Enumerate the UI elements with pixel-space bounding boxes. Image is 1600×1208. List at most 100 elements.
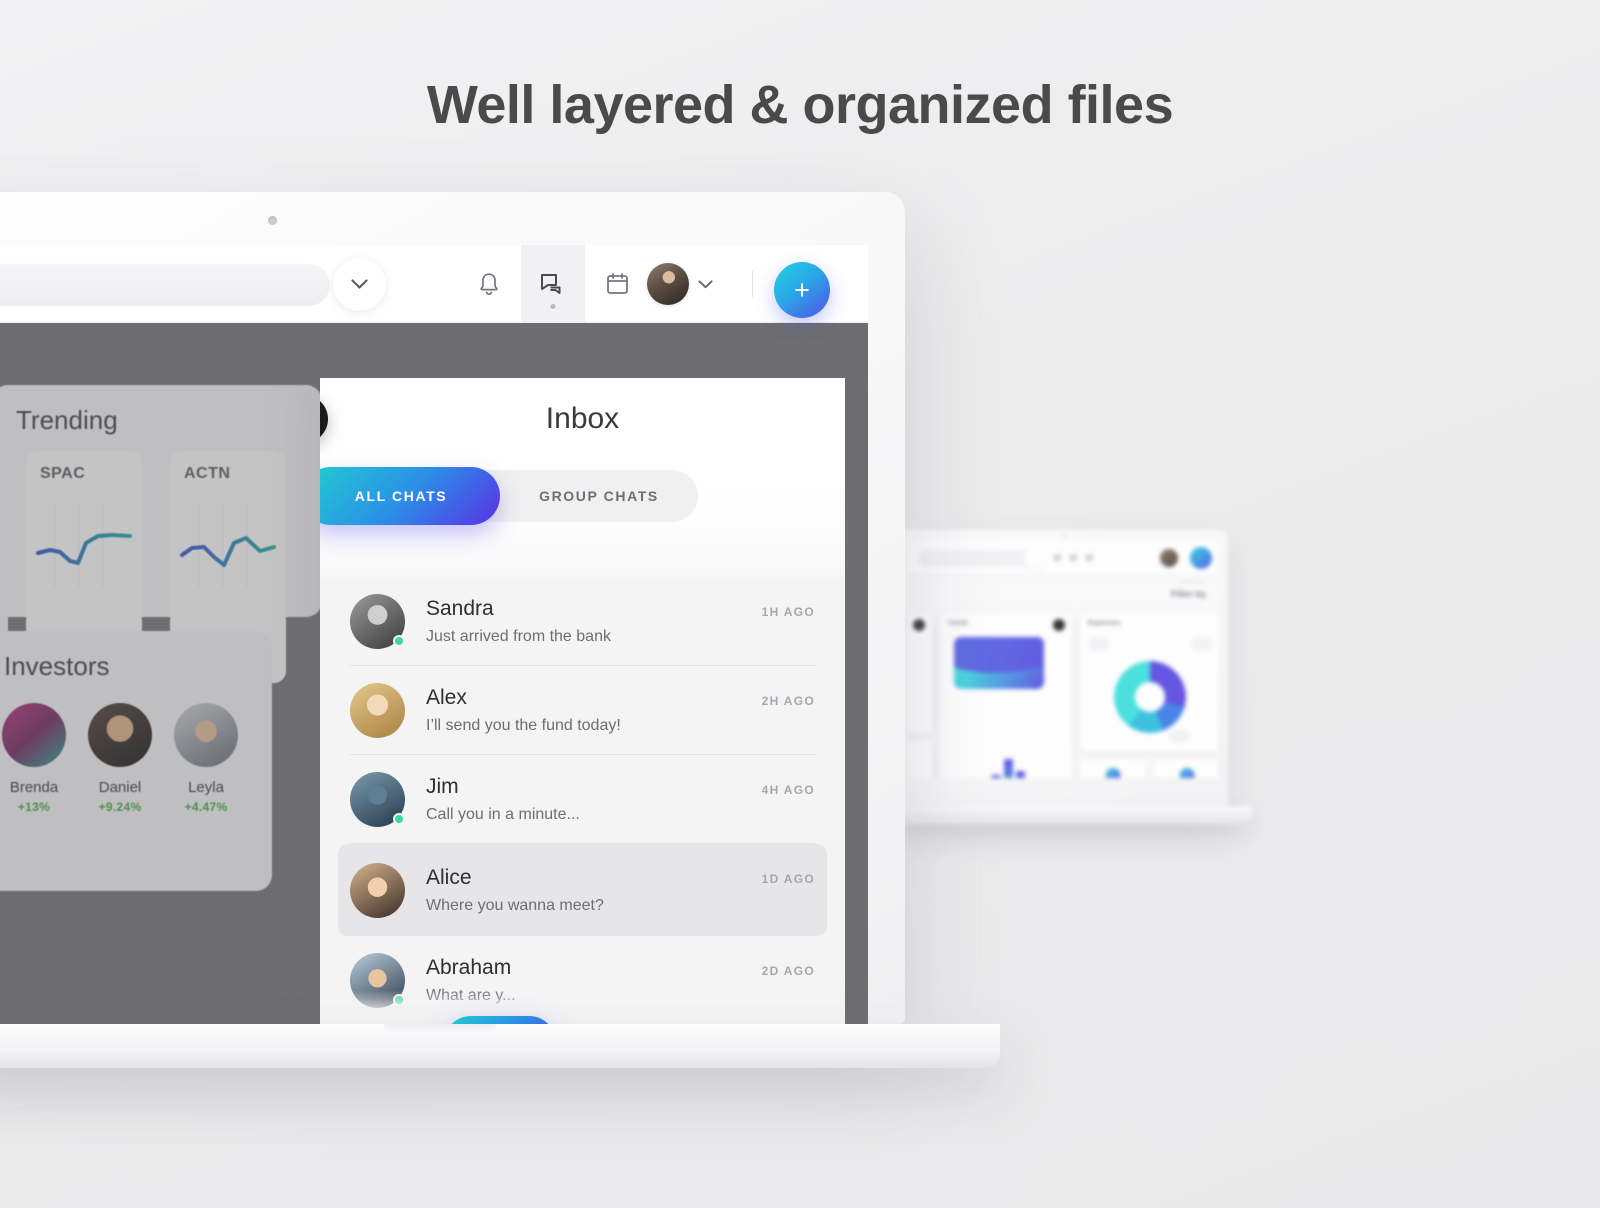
- background-avatar[interactable]: [1160, 549, 1178, 567]
- chat-preview: Where you wanna meet?: [426, 896, 604, 914]
- background-filter-label[interactable]: Filter by: [1171, 589, 1206, 599]
- investors-card: Investors Brenda +13% Daniel +9.24% Leyl…: [0, 631, 272, 891]
- trending-symbol: SPAC: [40, 465, 86, 482]
- background-orb-icon: [1105, 768, 1121, 778]
- background-panel-dot-icon: [1053, 619, 1065, 631]
- background-stat-pill-3: [1169, 729, 1190, 743]
- chat-timestamp: 2H AGO: [761, 694, 815, 708]
- list-item[interactable]: Abraham What are y... 2D AGO: [350, 936, 815, 1024]
- calendar-icon[interactable]: [585, 245, 649, 323]
- chat-icon[interactable]: [521, 245, 585, 323]
- investor-avatar: [2, 703, 66, 767]
- laptop-base: [0, 1024, 1000, 1068]
- online-status-dot: [393, 993, 405, 1006]
- list-item[interactable]: Alex I’ll send you the fund today! 2H AG…: [350, 666, 815, 755]
- background-bell-icon[interactable]: [1054, 554, 1061, 561]
- background-laptop-bezel: TODAY, 12.00 Filter by Cards Expenses: [874, 530, 1252, 824]
- inbox-title: Inbox: [545, 402, 620, 435]
- bell-icon[interactable]: [457, 245, 521, 323]
- background-orb-icon-2: [1179, 768, 1195, 778]
- avatar: [350, 593, 405, 649]
- trending-sparkline-grid-2: [180, 503, 276, 587]
- background-add-button[interactable]: [1190, 547, 1212, 569]
- background-search-input[interactable]: [918, 550, 1040, 567]
- chat-timestamp: 2D AGO: [761, 964, 815, 978]
- online-status-dot: [393, 634, 405, 647]
- background-donut-chart: [1114, 661, 1186, 733]
- background-filter-sublabel: TODAY, 12.00: [1178, 579, 1204, 584]
- background-cards-title: Cards: [948, 620, 968, 627]
- background-topbar: [908, 541, 1218, 575]
- trending-title: Trending: [16, 405, 118, 435]
- chat-timestamp: 1H AGO: [761, 605, 815, 619]
- avatar[interactable]: [647, 263, 689, 305]
- chat-preview: I’ll send you the fund today!: [426, 716, 621, 734]
- investor-name: Daniel: [98, 779, 142, 796]
- chevron-down-icon[interactable]: [333, 258, 386, 311]
- background-mini-card-2[interactable]: [1154, 759, 1218, 778]
- background-calendar-icon[interactable]: [1086, 554, 1093, 561]
- user-menu[interactable]: [647, 245, 713, 323]
- chevron-down-icon[interactable]: [698, 279, 713, 289]
- background-side-card-2: [908, 741, 932, 778]
- investor-avatar: [88, 703, 152, 767]
- investor-name: Brenda: [9, 779, 59, 796]
- investor-item[interactable]: Leyla +4.47%: [174, 703, 238, 814]
- background-laptop: TODAY, 12.00 Filter by Cards Expenses: [874, 530, 1252, 860]
- background-stat-pill-2: [1191, 637, 1212, 651]
- avatar: [350, 952, 405, 1008]
- background-cards-panel: Cards: [940, 613, 1072, 778]
- investor-change: +9.24%: [98, 800, 142, 814]
- background-webcam-icon: [1063, 534, 1066, 537]
- search-input[interactable]: [0, 264, 330, 306]
- topbar-icon-group: [457, 245, 649, 323]
- investors-list: Brenda +13% Daniel +9.24% Leyla +4.47%: [2, 703, 238, 814]
- list-item[interactable]: Sandra Just arrived from the bank 1H AGO: [350, 577, 815, 666]
- chat-name: Sandra: [426, 597, 494, 621]
- chat-preview: Call you in a minute...: [426, 805, 580, 823]
- list-item[interactable]: Jim Call you in a minute... 4H AGO: [350, 755, 815, 844]
- tab-group-chats[interactable]: GROUP CHATS: [500, 470, 698, 522]
- investor-avatar: [174, 703, 238, 767]
- background-chevron-down-icon[interactable]: [1024, 548, 1045, 569]
- investor-item[interactable]: Brenda +13%: [2, 703, 66, 814]
- laptop-notch: [384, 1024, 496, 1033]
- chat-list[interactable]: Sandra Just arrived from the bank 1H AGO…: [320, 577, 845, 1024]
- webcam-icon: [268, 216, 277, 225]
- investor-item[interactable]: Daniel +9.24%: [88, 703, 152, 814]
- avatar: [350, 682, 405, 738]
- tab-all-chats[interactable]: ALL CHATS: [320, 467, 500, 525]
- trending-card: Trending SPAC X1 = $23,: [0, 385, 322, 683]
- chat-preview: Just arrived from the bank: [426, 627, 611, 645]
- new-chat-button[interactable]: + New: [444, 1016, 556, 1024]
- trending-symbol-2: ACTN: [184, 465, 231, 482]
- background-expenses-panel: Expenses: [1080, 613, 1218, 751]
- toolbar-divider: [752, 271, 753, 297]
- avatar: [350, 862, 405, 918]
- background-mini-card-1[interactable]: [1080, 759, 1146, 778]
- inbox-header: ✕ Inbox ALL CHATS GROUP CHATS: [320, 378, 845, 577]
- background-credit-card: [954, 637, 1044, 689]
- investor-change: +13%: [17, 800, 51, 814]
- background-card-dot-icon: [913, 619, 925, 631]
- chat-timestamp: 4H AGO: [761, 783, 815, 797]
- chat-timestamp: 1D AGO: [761, 872, 815, 886]
- list-item-selected[interactable]: Alice Where you wanna meet? 1D AGO: [338, 844, 827, 936]
- chat-name: Alice: [426, 866, 472, 890]
- background-laptop-screen: TODAY, 12.00 Filter by Cards Expenses: [908, 541, 1218, 778]
- add-button[interactable]: +: [774, 262, 830, 318]
- background-chat-icon[interactable]: [1070, 554, 1077, 561]
- investor-name: Leyla: [188, 779, 224, 796]
- investor-change: +4.47%: [184, 800, 228, 814]
- online-status-dot: [393, 812, 405, 825]
- inbox-tabs: ALL CHATS GROUP CHATS: [320, 467, 698, 525]
- avatar: [350, 771, 405, 827]
- background-side-card: [908, 613, 932, 733]
- chat-preview: What are y...: [426, 986, 516, 1004]
- app-topbar: +: [0, 245, 868, 323]
- laptop-screen: + › Trending SPAC: [0, 245, 868, 1024]
- chat-name: Abraham: [426, 956, 512, 980]
- chat-name: Jim: [426, 775, 459, 799]
- background-expenses-title: Expenses: [1088, 620, 1121, 627]
- chat-name: Alex: [426, 686, 467, 710]
